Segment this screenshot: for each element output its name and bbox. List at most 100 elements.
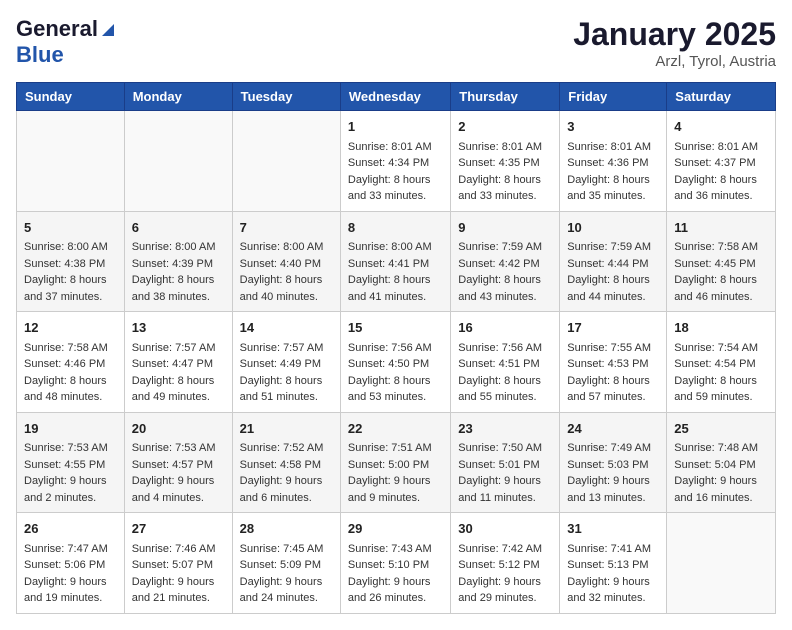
day-number: 20	[132, 419, 225, 439]
day-number: 1	[348, 117, 443, 137]
calendar-cell: 25Sunrise: 7:48 AM Sunset: 5:04 PM Dayli…	[667, 412, 776, 513]
day-info: Sunrise: 7:57 AM Sunset: 4:47 PM Dayligh…	[132, 340, 225, 406]
day-info: Sunrise: 8:00 AM Sunset: 4:40 PM Dayligh…	[240, 239, 333, 305]
day-number: 8	[348, 218, 443, 238]
calendar-cell: 22Sunrise: 7:51 AM Sunset: 5:00 PM Dayli…	[340, 412, 450, 513]
day-number: 26	[24, 519, 117, 539]
day-info: Sunrise: 7:50 AM Sunset: 5:01 PM Dayligh…	[458, 440, 552, 506]
calendar-cell: 31Sunrise: 7:41 AM Sunset: 5:13 PM Dayli…	[560, 513, 667, 614]
calendar-cell: 17Sunrise: 7:55 AM Sunset: 4:53 PM Dayli…	[560, 312, 667, 413]
calendar-cell	[667, 513, 776, 614]
day-info: Sunrise: 7:56 AM Sunset: 4:51 PM Dayligh…	[458, 340, 552, 406]
calendar-cell: 11Sunrise: 7:58 AM Sunset: 4:45 PM Dayli…	[667, 211, 776, 312]
calendar-cell: 30Sunrise: 7:42 AM Sunset: 5:12 PM Dayli…	[451, 513, 560, 614]
day-info: Sunrise: 7:51 AM Sunset: 5:00 PM Dayligh…	[348, 440, 443, 506]
logo-blue-text: Blue	[16, 42, 64, 67]
day-number: 17	[567, 318, 659, 338]
calendar-cell: 10Sunrise: 7:59 AM Sunset: 4:44 PM Dayli…	[560, 211, 667, 312]
calendar-cell: 27Sunrise: 7:46 AM Sunset: 5:07 PM Dayli…	[124, 513, 232, 614]
logo-triangle-icon	[98, 20, 116, 38]
week-row-5: 26Sunrise: 7:47 AM Sunset: 5:06 PM Dayli…	[17, 513, 776, 614]
calendar-cell: 1Sunrise: 8:01 AM Sunset: 4:34 PM Daylig…	[340, 111, 450, 212]
day-info: Sunrise: 7:56 AM Sunset: 4:50 PM Dayligh…	[348, 340, 443, 406]
day-number: 10	[567, 218, 659, 238]
day-info: Sunrise: 7:54 AM Sunset: 4:54 PM Dayligh…	[674, 340, 768, 406]
day-info: Sunrise: 7:53 AM Sunset: 4:55 PM Dayligh…	[24, 440, 117, 506]
day-number: 15	[348, 318, 443, 338]
calendar-cell: 19Sunrise: 7:53 AM Sunset: 4:55 PM Dayli…	[17, 412, 125, 513]
title-block: January 2025 Arzl, Tyrol, Austria	[573, 16, 776, 70]
calendar-cell: 9Sunrise: 7:59 AM Sunset: 4:42 PM Daylig…	[451, 211, 560, 312]
day-info: Sunrise: 7:58 AM Sunset: 4:45 PM Dayligh…	[674, 239, 768, 305]
day-info: Sunrise: 7:59 AM Sunset: 4:42 PM Dayligh…	[458, 239, 552, 305]
week-row-2: 5Sunrise: 8:00 AM Sunset: 4:38 PM Daylig…	[17, 211, 776, 312]
day-info: Sunrise: 7:58 AM Sunset: 4:46 PM Dayligh…	[24, 340, 117, 406]
week-row-4: 19Sunrise: 7:53 AM Sunset: 4:55 PM Dayli…	[17, 412, 776, 513]
day-info: Sunrise: 8:00 AM Sunset: 4:38 PM Dayligh…	[24, 239, 117, 305]
week-row-1: 1Sunrise: 8:01 AM Sunset: 4:34 PM Daylig…	[17, 111, 776, 212]
calendar-cell: 3Sunrise: 8:01 AM Sunset: 4:36 PM Daylig…	[560, 111, 667, 212]
day-number: 11	[674, 218, 768, 238]
day-number: 22	[348, 419, 443, 439]
calendar-cell: 23Sunrise: 7:50 AM Sunset: 5:01 PM Dayli…	[451, 412, 560, 513]
weekday-header-monday: Monday	[124, 83, 232, 111]
weekday-header-sunday: Sunday	[17, 83, 125, 111]
day-number: 29	[348, 519, 443, 539]
day-number: 5	[24, 218, 117, 238]
weekday-header-thursday: Thursday	[451, 83, 560, 111]
day-number: 25	[674, 419, 768, 439]
day-number: 27	[132, 519, 225, 539]
day-info: Sunrise: 8:01 AM Sunset: 4:34 PM Dayligh…	[348, 139, 443, 205]
day-info: Sunrise: 7:48 AM Sunset: 5:04 PM Dayligh…	[674, 440, 768, 506]
day-number: 3	[567, 117, 659, 137]
calendar-cell: 4Sunrise: 8:01 AM Sunset: 4:37 PM Daylig…	[667, 111, 776, 212]
calendar-cell: 26Sunrise: 7:47 AM Sunset: 5:06 PM Dayli…	[17, 513, 125, 614]
calendar-cell: 16Sunrise: 7:56 AM Sunset: 4:51 PM Dayli…	[451, 312, 560, 413]
calendar-cell	[124, 111, 232, 212]
day-info: Sunrise: 7:52 AM Sunset: 4:58 PM Dayligh…	[240, 440, 333, 506]
day-number: 4	[674, 117, 768, 137]
calendar-cell: 18Sunrise: 7:54 AM Sunset: 4:54 PM Dayli…	[667, 312, 776, 413]
calendar-cell: 5Sunrise: 8:00 AM Sunset: 4:38 PM Daylig…	[17, 211, 125, 312]
day-info: Sunrise: 7:47 AM Sunset: 5:06 PM Dayligh…	[24, 541, 117, 607]
day-number: 13	[132, 318, 225, 338]
weekday-header-row: SundayMondayTuesdayWednesdayThursdayFrid…	[17, 83, 776, 111]
day-number: 6	[132, 218, 225, 238]
day-number: 28	[240, 519, 333, 539]
day-info: Sunrise: 7:59 AM Sunset: 4:44 PM Dayligh…	[567, 239, 659, 305]
calendar-cell: 21Sunrise: 7:52 AM Sunset: 4:58 PM Dayli…	[232, 412, 340, 513]
day-info: Sunrise: 7:49 AM Sunset: 5:03 PM Dayligh…	[567, 440, 659, 506]
day-number: 7	[240, 218, 333, 238]
day-info: Sunrise: 8:01 AM Sunset: 4:36 PM Dayligh…	[567, 139, 659, 205]
day-number: 19	[24, 419, 117, 439]
day-number: 30	[458, 519, 552, 539]
week-row-3: 12Sunrise: 7:58 AM Sunset: 4:46 PM Dayli…	[17, 312, 776, 413]
calendar-cell: 14Sunrise: 7:57 AM Sunset: 4:49 PM Dayli…	[232, 312, 340, 413]
day-info: Sunrise: 7:53 AM Sunset: 4:57 PM Dayligh…	[132, 440, 225, 506]
calendar-cell: 8Sunrise: 8:00 AM Sunset: 4:41 PM Daylig…	[340, 211, 450, 312]
day-number: 12	[24, 318, 117, 338]
day-number: 16	[458, 318, 552, 338]
weekday-header-tuesday: Tuesday	[232, 83, 340, 111]
day-number: 9	[458, 218, 552, 238]
calendar-cell: 15Sunrise: 7:56 AM Sunset: 4:50 PM Dayli…	[340, 312, 450, 413]
day-number: 18	[674, 318, 768, 338]
page-header: General Blue January 2025 Arzl, Tyrol, A…	[16, 16, 776, 70]
logo-general-text: General	[16, 16, 98, 42]
day-number: 2	[458, 117, 552, 137]
day-number: 21	[240, 419, 333, 439]
calendar-cell: 29Sunrise: 7:43 AM Sunset: 5:10 PM Dayli…	[340, 513, 450, 614]
day-info: Sunrise: 8:01 AM Sunset: 4:37 PM Dayligh…	[674, 139, 768, 205]
day-info: Sunrise: 8:00 AM Sunset: 4:39 PM Dayligh…	[132, 239, 225, 305]
calendar-cell: 28Sunrise: 7:45 AM Sunset: 5:09 PM Dayli…	[232, 513, 340, 614]
day-number: 31	[567, 519, 659, 539]
location-title: Arzl, Tyrol, Austria	[573, 53, 776, 70]
day-info: Sunrise: 7:45 AM Sunset: 5:09 PM Dayligh…	[240, 541, 333, 607]
calendar-table: SundayMondayTuesdayWednesdayThursdayFrid…	[16, 82, 776, 614]
calendar-cell: 12Sunrise: 7:58 AM Sunset: 4:46 PM Dayli…	[17, 312, 125, 413]
logo: General Blue	[16, 16, 116, 68]
day-number: 23	[458, 419, 552, 439]
day-info: Sunrise: 8:00 AM Sunset: 4:41 PM Dayligh…	[348, 239, 443, 305]
day-info: Sunrise: 7:57 AM Sunset: 4:49 PM Dayligh…	[240, 340, 333, 406]
calendar-cell: 13Sunrise: 7:57 AM Sunset: 4:47 PM Dayli…	[124, 312, 232, 413]
